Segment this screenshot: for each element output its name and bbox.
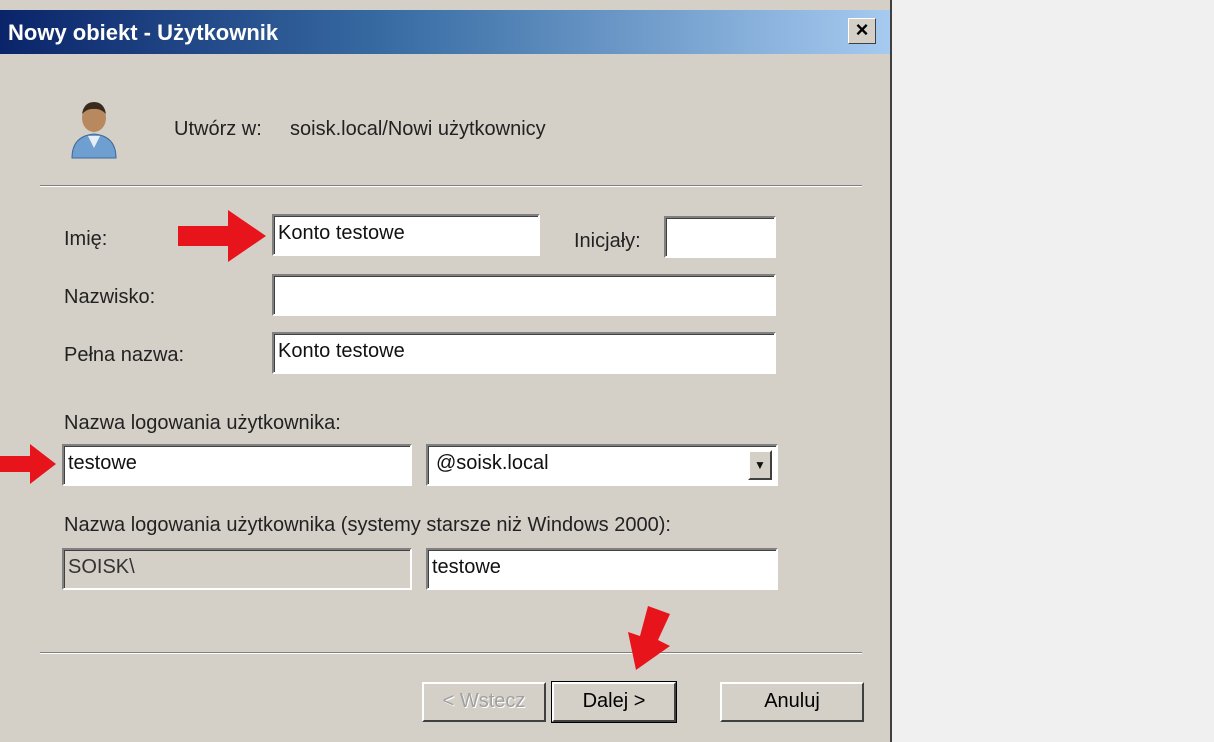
first-name-input[interactable]: Konto testowe [272, 214, 540, 256]
initials-input[interactable] [664, 216, 776, 258]
new-user-dialog: Nowy obiekt - Użytkownik × Utwórz w: soi… [0, 0, 892, 742]
last-name-input[interactable] [272, 274, 776, 316]
full-name-input[interactable]: Konto testowe [272, 332, 776, 374]
chevron-down-icon[interactable]: ▼ [748, 450, 772, 480]
logon-name-input[interactable]: testowe [62, 444, 412, 486]
full-name-label: Pełna nazwa: [64, 344, 185, 366]
legacy-logon-input[interactable]: testowe [426, 548, 778, 590]
legacy-logon-label: Nazwa logowania użytkownika (systemy sta… [64, 514, 671, 536]
title-bar[interactable]: Nowy obiekt - Użytkownik × [0, 10, 890, 54]
last-name-label: Nazwisko: [64, 286, 156, 308]
arrow-right-icon [0, 444, 56, 484]
next-button[interactable]: Dalej > [551, 681, 677, 723]
close-button[interactable]: × [848, 18, 876, 44]
arrow-down-icon [628, 606, 670, 670]
create-in-path: soisk.local/Nowi użytkownicy [290, 118, 546, 140]
back-button[interactable]: < Wstecz [422, 682, 546, 722]
domain-select-value: @soisk.local [436, 452, 549, 474]
create-in-label: Utwórz w: [174, 118, 262, 140]
first-name-label: Imię: [64, 228, 108, 250]
window-title: Nowy obiekt - Użytkownik [8, 20, 279, 45]
divider-top [40, 185, 862, 187]
user-icon [71, 102, 117, 159]
divider-bottom [40, 652, 862, 654]
close-icon: × [855, 17, 869, 42]
cancel-button[interactable]: Anuluj [720, 682, 864, 722]
initials-label: Inicjały: [574, 230, 641, 252]
arrow-right-icon [178, 210, 266, 262]
domain-select[interactable]: @soisk.local ▼ [426, 444, 778, 486]
logon-name-label: Nazwa logowania użytkownika: [64, 412, 341, 434]
legacy-domain-field: SOISK\ [62, 548, 412, 590]
